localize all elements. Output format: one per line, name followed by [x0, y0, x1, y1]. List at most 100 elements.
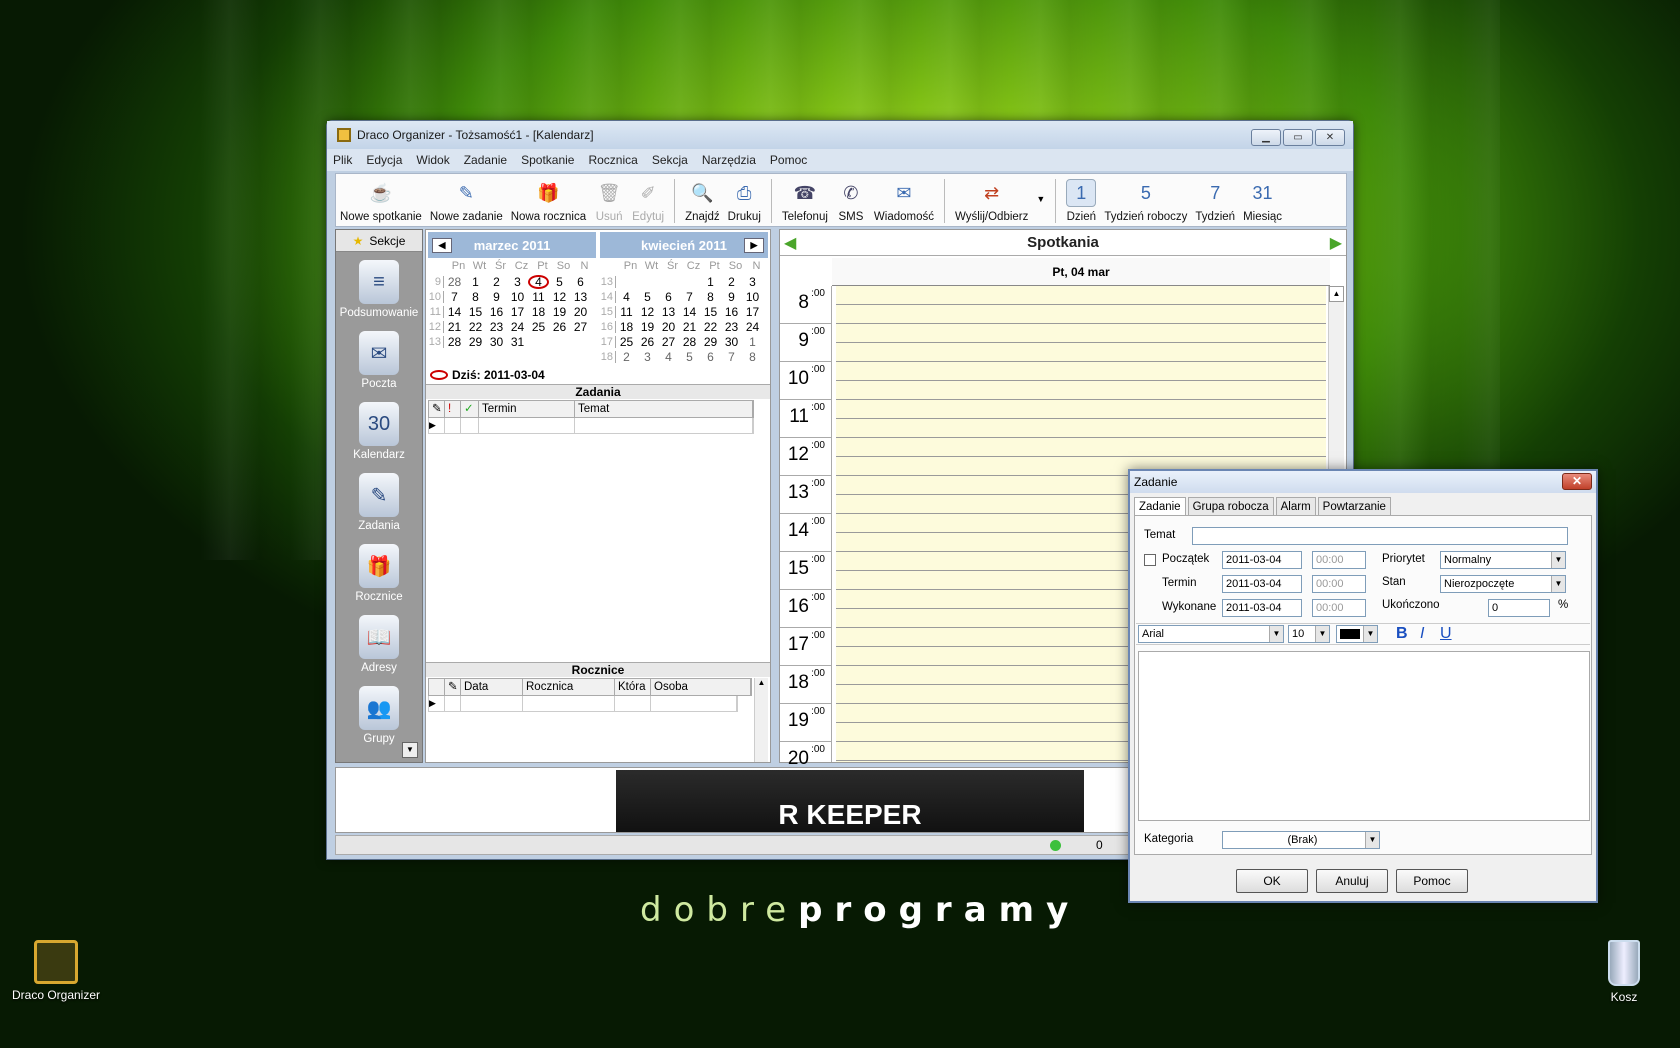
bold-button[interactable]: B	[1396, 625, 1408, 643]
menu-widok[interactable]: Widok	[416, 153, 449, 167]
subject-input[interactable]	[1192, 527, 1568, 545]
calendar-day[interactable]: 13	[570, 290, 591, 304]
calendar-day[interactable]: 29	[700, 335, 721, 349]
tab-powtarzanie[interactable]: Powtarzanie	[1317, 497, 1391, 516]
find-button[interactable]: 🔍 Znajdź	[685, 179, 720, 224]
calendar-day[interactable]: 29	[465, 335, 486, 349]
menu-rocznica[interactable]: Rocznica	[588, 153, 637, 167]
message-button[interactable]: ✉ Wiadomość	[874, 179, 934, 224]
column-ktora[interactable]: Która	[615, 679, 651, 695]
calendar-day[interactable]: 10	[507, 290, 528, 304]
calendar-day[interactable]: 16	[486, 305, 507, 319]
notes-textarea[interactable]	[1138, 651, 1590, 821]
calendar-day[interactable]: 9	[486, 290, 507, 304]
status-select[interactable]: Nierozpoczęte ▼	[1440, 575, 1566, 593]
tab-grupa-robocza[interactable]: Grupa robocza	[1187, 497, 1274, 516]
column-rocznica[interactable]: Rocznica	[523, 679, 615, 695]
next-month-button[interactable]: ▶	[744, 238, 764, 253]
calendar-day[interactable]: 1	[465, 275, 486, 289]
send-receive-dropdown[interactable]: ▼	[1036, 194, 1045, 204]
sidebar-item-rocznice[interactable]: 🎁 Rocznice	[336, 544, 422, 607]
calendar-day[interactable]: 24	[507, 320, 528, 334]
week-number[interactable]: 13	[428, 335, 444, 348]
calendar-day[interactable]: 3	[507, 275, 528, 289]
help-button[interactable]: Pomoc	[1396, 869, 1468, 893]
calendar-day[interactable]: 19	[549, 305, 570, 319]
title-bar[interactable]: Draco Organizer - Tożsamość1 - [Kalendar…	[327, 121, 1353, 149]
category-select[interactable]: (Brak) ▼	[1222, 831, 1380, 849]
rkeeper-banner[interactable]: R KEEPER	[616, 770, 1084, 832]
sidebar-item-podsumowanie[interactable]: ≡ Podsumowanie	[336, 260, 422, 323]
delete-button[interactable]: 🗑 Usuń	[594, 179, 624, 224]
calendar-day[interactable]: 25	[528, 320, 549, 334]
calendar-day[interactable]: 8	[742, 350, 763, 364]
calendar-day[interactable]: 6	[658, 290, 679, 304]
calendar-day[interactable]: 19	[637, 320, 658, 334]
calendar-day[interactable]: 1	[700, 275, 721, 289]
sms-button[interactable]: ✆ SMS	[836, 179, 866, 224]
completed-date-field[interactable]: 2011-03-04	[1222, 599, 1302, 617]
calendar-day[interactable]: 17	[742, 305, 763, 319]
view-week-button[interactable]: 7 Tydzień	[1195, 179, 1235, 224]
calendar-day[interactable]: 20	[658, 320, 679, 334]
minimize-button[interactable]: ▁	[1251, 129, 1281, 146]
priority-select[interactable]: Normalny ▼	[1440, 551, 1566, 569]
tab-alarm[interactable]: Alarm	[1275, 497, 1316, 516]
desktop-icon-draco-organizer[interactable]: Draco Organizer	[6, 940, 106, 1002]
week-number[interactable]: 16	[600, 320, 616, 333]
calendar-day[interactable]: 30	[486, 335, 507, 349]
column-temat[interactable]: Temat	[575, 401, 753, 417]
menu-plik[interactable]: Plik	[333, 153, 352, 167]
attachment-column-icon[interactable]: ✎	[429, 401, 445, 417]
calendar-day[interactable]: 7	[721, 350, 742, 364]
view-day-button[interactable]: 1 Dzień	[1066, 179, 1097, 223]
calendar-day[interactable]: 31	[507, 335, 528, 349]
calendar-day[interactable]: 13	[658, 305, 679, 319]
sidebar-scroll-down-button[interactable]: ▼	[402, 742, 418, 758]
tab-zadanie[interactable]: Zadanie	[1134, 497, 1186, 516]
due-date-field[interactable]: 2011-03-04	[1222, 575, 1302, 593]
day-column-header[interactable]: Pt, 04 mar	[832, 258, 1330, 286]
week-number[interactable]: 18	[600, 350, 616, 363]
new-meeting-button[interactable]: ☕ Nowe spotkanie	[340, 179, 422, 224]
week-number[interactable]: 10	[428, 290, 444, 303]
calendar-day[interactable]: 14	[679, 305, 700, 319]
calendar-day[interactable]: 23	[721, 320, 742, 334]
week-number[interactable]: 13	[600, 275, 616, 288]
calendar-day[interactable]: 24	[742, 320, 763, 334]
sidebar-item-grupy[interactable]: 👥 Grupy	[336, 686, 422, 749]
send-receive-button[interactable]: ⇄ Wyślij/Odbierz	[955, 179, 1028, 224]
calendar-day[interactable]: 21	[679, 320, 700, 334]
calendar-day[interactable]: 15	[700, 305, 721, 319]
calendar-day[interactable]: 27	[658, 335, 679, 349]
table-row[interactable]: ▶	[428, 696, 738, 712]
priority-column-icon[interactable]: !	[445, 401, 461, 417]
calendar-day[interactable]: 4	[528, 274, 549, 289]
font-select[interactable]: Arial ▼	[1138, 625, 1284, 643]
calendar-day[interactable]: 15	[465, 305, 486, 319]
column-data[interactable]: Data	[461, 679, 523, 695]
dialog-close-button[interactable]: ✕	[1562, 473, 1592, 490]
new-task-button[interactable]: ✎ Nowe zadanie	[430, 179, 503, 224]
font-color-select[interactable]: ▼	[1336, 625, 1378, 643]
menu-zadanie[interactable]: Zadanie	[464, 153, 507, 167]
font-size-select[interactable]: 10 ▼	[1288, 625, 1330, 643]
calendar-day[interactable]: 7	[444, 290, 465, 304]
table-row[interactable]: ▶	[428, 418, 754, 434]
calendar-day[interactable]: 3	[637, 350, 658, 364]
calendar-day[interactable]: 18	[616, 320, 637, 334]
calendar-day[interactable]: 22	[465, 320, 486, 334]
view-work-week-button[interactable]: 5 Tydzień roboczy	[1104, 179, 1187, 224]
calendar-day[interactable]: 2	[721, 275, 742, 289]
week-number[interactable]: 15	[600, 305, 616, 318]
percent-stepper[interactable]: 0	[1488, 599, 1550, 617]
prev-day-arrow-icon[interactable]: ◀	[784, 233, 796, 253]
dialog-title-bar[interactable]: Zadanie	[1130, 471, 1596, 493]
calendar-day[interactable]: 12	[549, 290, 570, 304]
desktop-icon-recycle-bin[interactable]: Kosz	[1574, 940, 1674, 1004]
menu-edycja[interactable]: Edycja	[366, 153, 402, 167]
calendar-day[interactable]: 1	[742, 335, 763, 349]
week-number[interactable]: 9	[428, 275, 444, 288]
calendar-day[interactable]: 6	[570, 275, 591, 289]
view-month-button[interactable]: 31 Miesiąc	[1243, 179, 1282, 224]
